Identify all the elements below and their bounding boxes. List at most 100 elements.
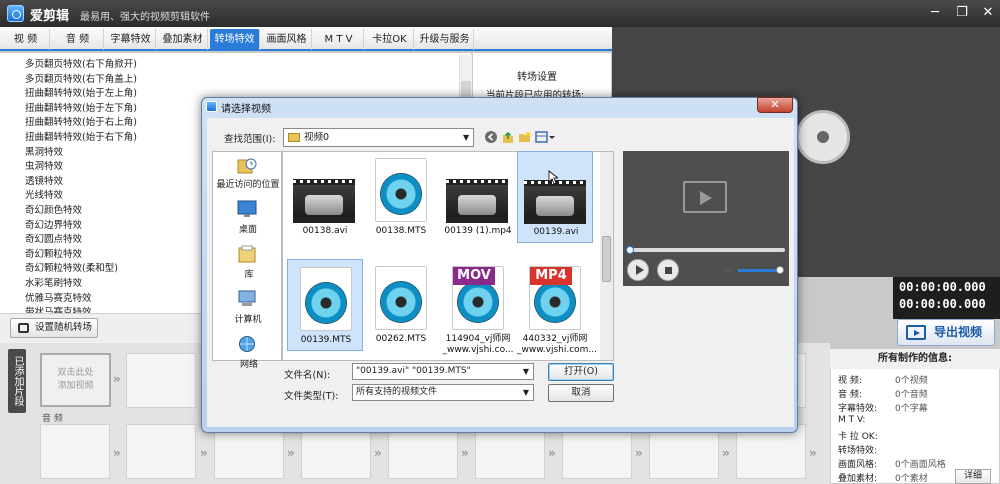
open-button[interactable]: 打开(O) [548,363,614,381]
effect-list-item[interactable]: 带状马赛克特效 [25,304,92,313]
tab-subtitle-effects[interactable]: 字幕特效 [106,29,156,50]
effect-list-item[interactable]: 奇幻颜色特效 [25,202,82,217]
audio-clip-slot[interactable] [40,424,110,479]
library-icon[interactable] [237,245,257,263]
info-label: 转场特效: [838,446,878,456]
place-recent[interactable]: 最近访问的位置 [215,177,281,190]
effect-list-item[interactable]: 奇幻边界特效 [25,217,82,232]
info-value: 0个字幕 [895,404,928,414]
file-item[interactable]: 00139 (1).mp4 [440,151,516,243]
effect-list-item[interactable]: 扭曲翻转特效(始于右下角) [25,129,137,144]
added-clips-tab[interactable]: 已添加片段 [8,349,26,413]
export-video-button[interactable]: 导出视频 [897,319,995,346]
file-name: 00139 (1).mp4 [444,226,512,236]
effect-list-item[interactable]: 虫洞特效 [25,158,63,173]
back-icon[interactable] [484,130,498,144]
tab-overlay-material[interactable]: 叠加素材 [158,29,208,50]
file-item[interactable]: 00262.MTS [363,259,439,351]
add-video-slot[interactable]: 双击此处 添加视频 [40,353,111,407]
file-item[interactable]: 00139.MTS [287,259,363,351]
look-in-select[interactable]: 视频0 [283,128,474,147]
info-label: 音 频: [838,390,862,400]
tab-transition-effects[interactable]: 转场特效 [210,29,260,50]
effect-list-item[interactable]: 奇幻圆点特效 [25,231,82,246]
media-disc-icon [305,282,347,324]
tab-picture-style[interactable]: 画面风格 [262,29,312,50]
effect-list-item[interactable]: 黑洞特效 [25,144,63,159]
timeline-arrow-icon: » [200,446,208,460]
tab-video[interactable]: 视 频 [2,29,50,50]
network-icon[interactable] [237,335,257,353]
file-name-input[interactable]: "00139.avi" "00139.MTS" ▼ [352,363,534,380]
file-item[interactable]: 00138.avi [287,151,363,243]
recent-places-icon[interactable] [237,157,257,175]
file-type-select[interactable]: 所有支持的视频文件 ▼ [352,384,534,401]
audio-track-label: 音 频 [42,414,63,424]
tab-upgrade-service[interactable]: 升级与服务 [416,29,474,50]
media-file-icon [300,267,352,331]
effect-list-item[interactable]: 扭曲翻转特效(始于右上角) [25,114,137,129]
file-item[interactable]: MOV 114904_vj师网_www.vjshi.co... [440,259,516,355]
file-item[interactable]: 00139.avi [517,151,593,243]
computer-icon[interactable] [237,290,257,308]
video-thumbnail [524,180,586,224]
place-library[interactable]: 库 [242,267,256,280]
video-thumbnail [293,179,355,223]
volume-slider[interactable] [738,269,780,272]
file-item[interactable]: MP4 440332_vj师网_www.vjshi.com... [517,259,597,355]
export-icon [906,325,926,340]
audio-clip-slot[interactable] [126,424,196,479]
tab-mtv[interactable]: M T V [314,29,364,50]
app-logo-icon [7,5,24,22]
file-name: 00139.avi [533,227,579,237]
effect-list-item[interactable]: 扭曲翻转特效(始于左上角) [25,85,137,100]
effect-list-item[interactable]: 奇幻颗粒特效 [25,246,82,261]
effect-list-item[interactable]: 扭曲翻转特效(始于左下角) [25,100,137,115]
preview-progress-bar[interactable] [627,248,785,252]
stop-button[interactable] [657,259,679,281]
file-name-value: "00139.avi" "00139.MTS" [356,366,471,376]
cancel-button[interactable]: 取消 [548,384,614,402]
effect-list-item[interactable]: 多页翻页特效(右下角掀开) [25,56,137,71]
media-file-icon [375,158,427,222]
close-button[interactable]: ✕ [976,4,1000,22]
place-computer[interactable]: 计算机 [232,312,264,325]
volume-knob[interactable] [776,266,784,274]
effect-list-item[interactable]: 水彩笔刷特效 [25,275,82,290]
tab-karaoke[interactable]: 卡拉OK [366,29,414,50]
desktop-icon[interactable] [237,200,257,218]
file-item[interactable]: 00138.MTS [363,151,439,243]
file-name-label: 文件名(N): [284,370,331,381]
chevron-down-icon[interactable]: ▼ [523,385,529,400]
place-network[interactable]: 网络 [238,357,260,370]
details-button[interactable]: 详细 [955,469,991,484]
media-disc-icon [380,281,422,323]
view-menu-icon[interactable] [535,130,555,144]
chevron-down-icon[interactable]: ▼ [463,133,469,142]
effect-list-item[interactable]: 奇幻颗粒特效(柔和型) [25,260,118,275]
maximize-button[interactable]: ❐ [950,4,974,22]
total-timecode: 00:00:00.000 [899,297,986,311]
random-transition-label: 设置随机转场 [35,322,93,333]
effect-list-item[interactable]: 多页翻页特效(右下角盖上) [25,71,137,86]
file-format-badge: MOV [453,267,495,285]
effect-list-item[interactable]: 优雅马赛克特效 [25,290,92,305]
info-label: M T V: [838,415,866,425]
chevron-down-icon[interactable]: ▼ [523,364,529,379]
media-file-icon [375,266,427,330]
minimize-button[interactable]: ─ [923,4,947,22]
place-desktop[interactable]: 桌面 [236,222,260,235]
preview-progress-knob[interactable] [626,246,634,254]
new-folder-icon[interactable] [518,130,532,144]
dialog-close-button[interactable]: ✕ [757,97,793,113]
play-button[interactable] [627,259,649,281]
video-clip-slot[interactable] [126,353,196,408]
random-transition-button[interactable]: 设置随机转场 [10,318,98,338]
info-value: 0个视频 [895,376,928,386]
tab-audio[interactable]: 音 频 [52,29,104,50]
effect-list-item[interactable]: 光线特效 [25,187,63,202]
timeline-arrow-icon: » [287,446,295,460]
file-list-scroll-thumb[interactable] [602,236,611,282]
effect-list-item[interactable]: 透镜特效 [25,173,63,188]
up-folder-icon[interactable] [501,130,515,144]
